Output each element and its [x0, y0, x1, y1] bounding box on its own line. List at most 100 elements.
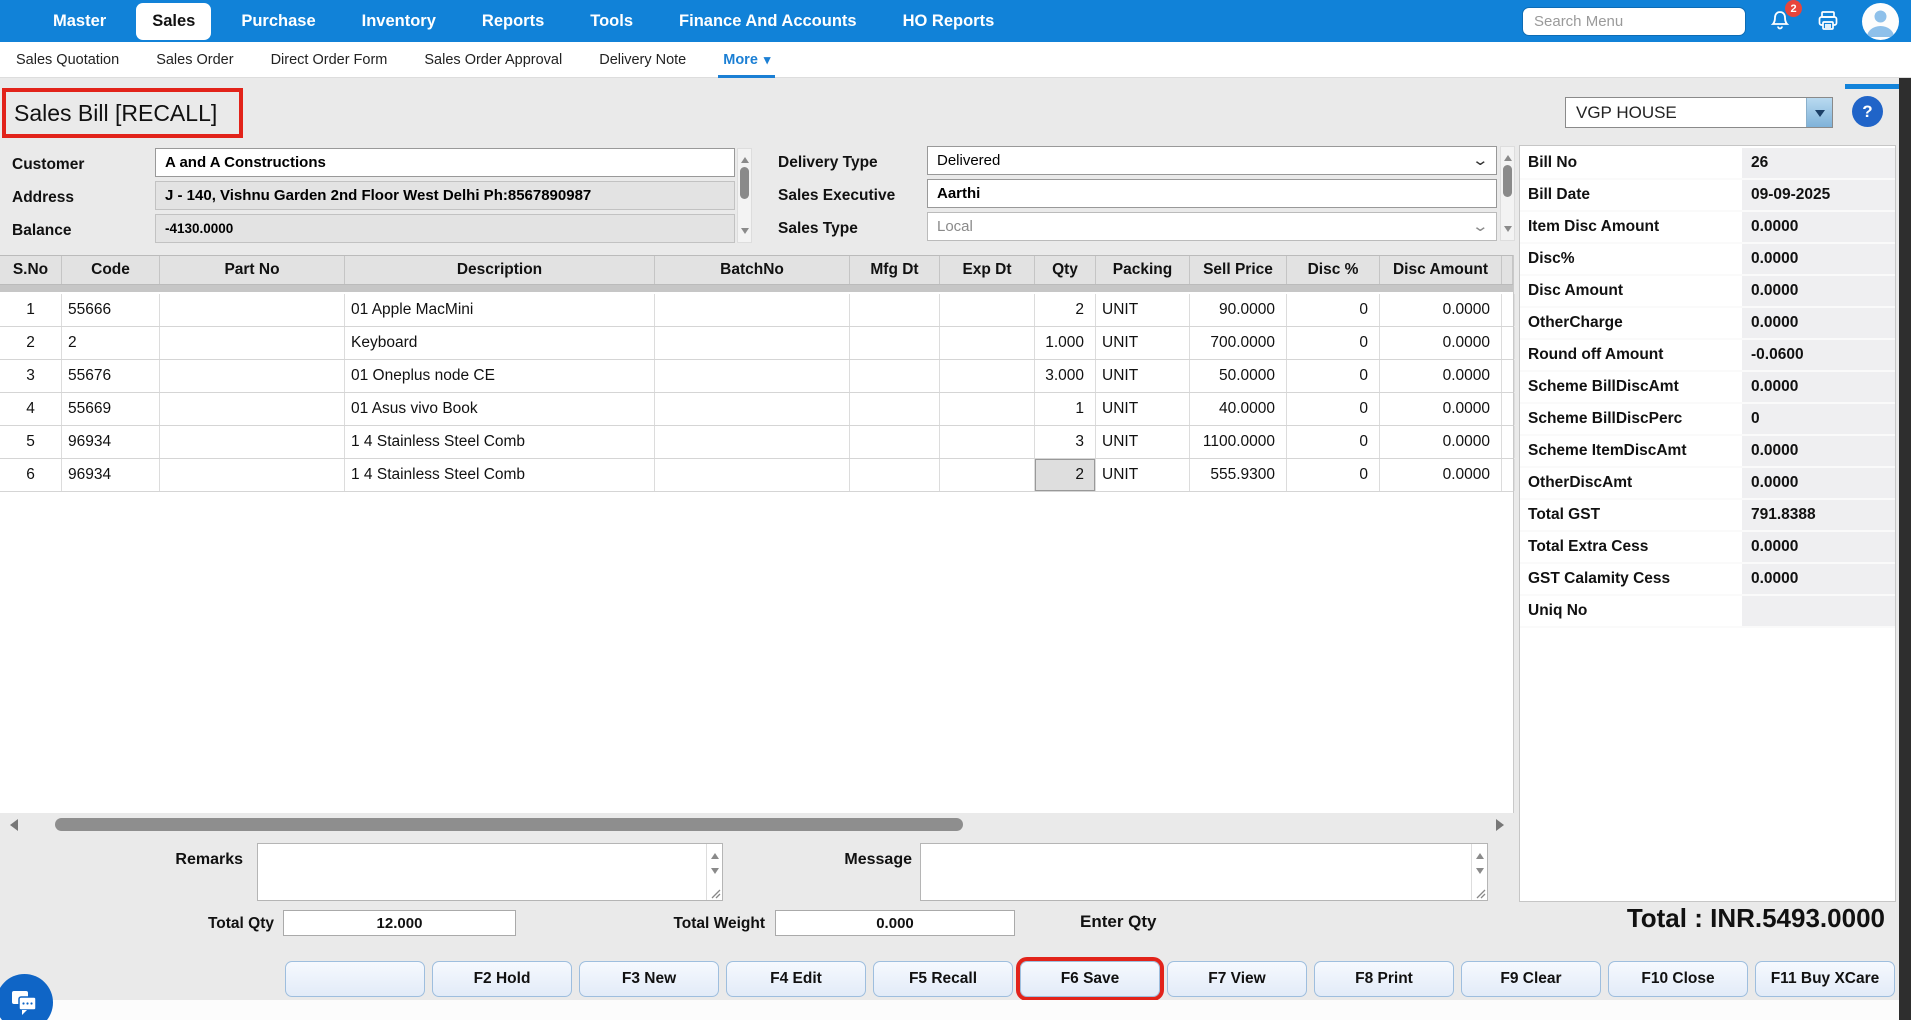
topnav-item[interactable]: Purchase	[218, 3, 338, 40]
grid-cell-exp_dt[interactable]	[940, 327, 1035, 359]
grid-cell-sell_price[interactable]: 700.0000	[1190, 327, 1287, 359]
grid-cell-disc_pct[interactable]: 0	[1287, 327, 1380, 359]
subnav-item[interactable]: Sales Order	[156, 52, 233, 68]
subnav-item[interactable]: Direct Order Form	[271, 52, 388, 68]
function-button[interactable]: F2 Hold	[432, 961, 572, 997]
scroll-up-icon[interactable]	[1476, 849, 1484, 859]
grid-cell-qty[interactable]: 1.000	[1035, 327, 1096, 359]
grid-cell-exp_dt[interactable]	[940, 426, 1035, 458]
topnav-item[interactable]: Tools	[567, 3, 656, 40]
grid-cell-sno[interactable]: 2	[0, 327, 62, 359]
grid-cell-code[interactable]: 96934	[62, 459, 160, 491]
grid-cell-extra[interactable]	[1502, 393, 1515, 425]
grid-cell-disc_pct[interactable]: 0	[1287, 459, 1380, 491]
grid-cell-qty[interactable]: 1	[1035, 393, 1096, 425]
function-button[interactable]: F7 View	[1167, 961, 1307, 997]
grid-cell-description[interactable]: 1 4 Stainless Steel Comb	[345, 459, 655, 491]
grid-cell-batch_no[interactable]	[655, 294, 850, 326]
topnav-item[interactable]: HO Reports	[880, 3, 1018, 40]
grid-cell-part_no[interactable]	[160, 393, 345, 425]
message-textarea[interactable]	[921, 844, 1471, 900]
grid-cell-mfg_dt[interactable]	[850, 459, 940, 491]
topnav-item[interactable]: Master	[30, 3, 129, 40]
function-button[interactable]: F3 New	[579, 961, 719, 997]
grid-cell-disc_amount[interactable]: 0.0000	[1380, 426, 1502, 458]
grid-cell-extra[interactable]	[1502, 459, 1515, 491]
grid-cell-exp_dt[interactable]	[940, 360, 1035, 392]
grid-cell-part_no[interactable]	[160, 459, 345, 491]
delivery-panel-scrollbar[interactable]	[1500, 146, 1515, 241]
function-button[interactable]: F10 Close	[1608, 961, 1748, 997]
scroll-down-icon[interactable]	[711, 868, 719, 878]
grid-cell-mfg_dt[interactable]	[850, 294, 940, 326]
sales-type-select[interactable]: Local ⌄	[927, 212, 1497, 241]
grid-cell-disc_pct[interactable]: 0	[1287, 294, 1380, 326]
table-horizontal-scrollbar[interactable]	[0, 816, 1514, 833]
grid-cell-extra[interactable]	[1502, 426, 1515, 458]
scroll-down-icon[interactable]	[1476, 868, 1484, 878]
search-input[interactable]	[1522, 7, 1746, 36]
topnav-item[interactable]: Reports	[459, 3, 567, 40]
grid-cell-qty[interactable]: 3.000	[1035, 360, 1096, 392]
grid-cell-mfg_dt[interactable]	[850, 393, 940, 425]
function-button[interactable]: F11 Buy XCare	[1755, 961, 1895, 997]
grid-cell-exp_dt[interactable]	[940, 393, 1035, 425]
grid-cell-mfg_dt[interactable]	[850, 360, 940, 392]
scroll-left-icon[interactable]	[4, 819, 18, 831]
subnav-item[interactable]: Sales Order Approval	[424, 52, 562, 68]
grid-cell-sno[interactable]: 6	[0, 459, 62, 491]
grid-cell-sno[interactable]: 1	[0, 294, 62, 326]
grid-cell-packing[interactable]: UNIT	[1096, 294, 1190, 326]
grid-cell-batch_no[interactable]	[655, 393, 850, 425]
grid-cell-disc_pct[interactable]: 0	[1287, 393, 1380, 425]
grid-cell-description[interactable]: 1 4 Stainless Steel Comb	[345, 426, 655, 458]
scrollbar-thumb[interactable]	[1503, 165, 1512, 197]
scroll-up-icon[interactable]	[711, 849, 719, 859]
grid-cell-sno[interactable]: 4	[0, 393, 62, 425]
topnav-item[interactable]: Finance And Accounts	[656, 3, 880, 40]
grid-cell-code[interactable]: 55666	[62, 294, 160, 326]
grid-cell-batch_no[interactable]	[655, 426, 850, 458]
grid-cell-packing[interactable]: UNIT	[1096, 459, 1190, 491]
branch-dropdown-arrow-icon[interactable]	[1806, 98, 1832, 127]
sales-executive-field[interactable]: Aarthi	[927, 179, 1497, 208]
grid-cell-batch_no[interactable]	[655, 459, 850, 491]
grid-cell-packing[interactable]: UNIT	[1096, 393, 1190, 425]
grid-cell-packing[interactable]: UNIT	[1096, 360, 1190, 392]
grid-cell-sell_price[interactable]: 90.0000	[1190, 294, 1287, 326]
user-avatar[interactable]	[1862, 3, 1899, 40]
grid-cell-part_no[interactable]	[160, 360, 345, 392]
grid-cell-part_no[interactable]	[160, 294, 345, 326]
remarks-scroll-strip[interactable]	[706, 844, 722, 900]
branch-select[interactable]: VGP HOUSE	[1565, 97, 1833, 128]
subnav-item[interactable]: Sales Quotation	[16, 52, 119, 68]
grid-cell-disc_pct[interactable]: 0	[1287, 360, 1380, 392]
function-button[interactable]: F9 Clear	[1461, 961, 1601, 997]
message-scroll-strip[interactable]	[1471, 844, 1487, 900]
scroll-up-icon[interactable]	[741, 153, 749, 163]
grid-cell-code[interactable]: 55669	[62, 393, 160, 425]
grid-cell-sell_price[interactable]: 40.0000	[1190, 393, 1287, 425]
grid-cell-packing[interactable]: UNIT	[1096, 327, 1190, 359]
grid-cell-code[interactable]: 55676	[62, 360, 160, 392]
grid-cell-sno[interactable]: 3	[0, 360, 62, 392]
topnav-item[interactable]: Sales	[136, 3, 211, 40]
grid-cell-qty[interactable]: 2	[1035, 459, 1096, 491]
grid-cell-sell_price[interactable]: 1100.0000	[1190, 426, 1287, 458]
print-icon[interactable]	[1814, 7, 1842, 35]
grid-cell-extra[interactable]	[1502, 360, 1515, 392]
grid-cell-qty[interactable]: 3	[1035, 426, 1096, 458]
grid-cell-qty[interactable]: 2	[1035, 294, 1096, 326]
grid-cell-sell_price[interactable]: 50.0000	[1190, 360, 1287, 392]
grid-cell-extra[interactable]	[1502, 294, 1515, 326]
help-icon[interactable]: ?	[1852, 96, 1883, 127]
grid-cell-disc_amount[interactable]: 0.0000	[1380, 294, 1502, 326]
address-field[interactable]: J - 140, Vishnu Garden 2nd Floor West De…	[155, 181, 735, 210]
function-button[interactable]: F6 Save	[1020, 961, 1160, 997]
grid-cell-extra[interactable]	[1502, 327, 1515, 359]
customer-field[interactable]: A and A Constructions	[155, 148, 735, 177]
function-button[interactable]	[285, 961, 425, 997]
grid-cell-description[interactable]: 01 Apple MacMini	[345, 294, 655, 326]
grid-cell-sno[interactable]: 5	[0, 426, 62, 458]
grid-cell-disc_amount[interactable]: 0.0000	[1380, 393, 1502, 425]
